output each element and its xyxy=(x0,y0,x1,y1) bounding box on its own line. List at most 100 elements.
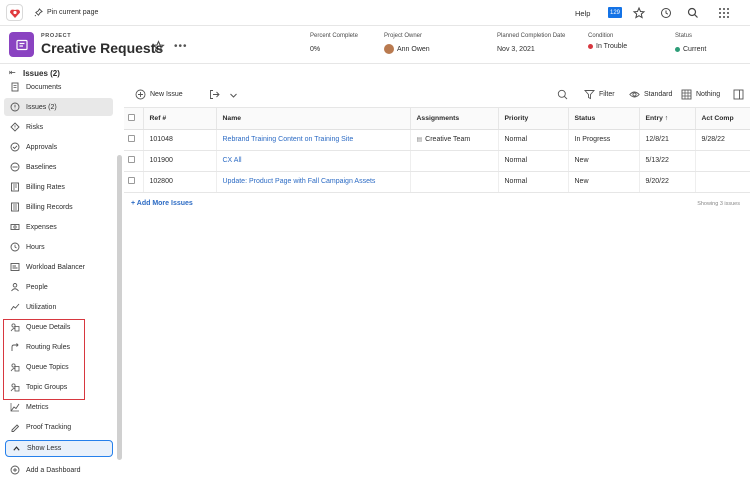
sidebar-item-expenses[interactable]: Expenses xyxy=(4,218,113,236)
project-owner-value[interactable]: Ann Owen xyxy=(384,44,430,54)
col-name[interactable]: Name xyxy=(216,108,411,130)
pin-current-page-button[interactable]: Pin current page xyxy=(34,8,98,17)
proof-icon xyxy=(11,424,20,432)
planned-completion-label: Planned Completion Date xyxy=(497,33,566,39)
sidebar-item-risks[interactable]: Risks xyxy=(4,118,113,136)
table-row[interactable]: 102800 Update: Product Page with Fall Cam… xyxy=(124,171,750,193)
move-button[interactable] xyxy=(209,89,220,100)
sidebar-scrollbar[interactable] xyxy=(117,155,122,460)
view-button[interactable]: Standard xyxy=(629,89,672,100)
sidebar-item-approvals[interactable]: Approvals xyxy=(4,138,113,156)
view-label: Standard xyxy=(644,91,673,98)
sidebar-item-proof-tracking[interactable]: Proof Tracking xyxy=(4,418,113,436)
col-assignments[interactable]: Assignments xyxy=(410,108,499,130)
risk-icon xyxy=(10,122,20,132)
sidebar-item-label: Billing Records xyxy=(26,203,73,211)
col-priority[interactable]: Priority xyxy=(498,108,569,130)
sidebar-item-baselines[interactable]: Baselines xyxy=(4,158,113,176)
filter-button[interactable]: Filter xyxy=(584,89,615,100)
project-header: PROJECT Creative Requests ••• Percent Co… xyxy=(0,26,750,64)
project-board-icon xyxy=(15,39,28,50)
favorite-project-button[interactable] xyxy=(152,40,165,53)
cell-name[interactable]: CX All xyxy=(216,150,411,172)
sidebar-item-billing-rates[interactable]: Billing Rates xyxy=(4,178,113,196)
table-row[interactable]: 101048 Rebrand Training Content on Traini… xyxy=(124,129,750,151)
project-owner-label: Project Owner xyxy=(384,33,423,39)
col-ref[interactable]: Ref # xyxy=(143,108,217,130)
percent-complete-value: 0% xyxy=(310,46,320,53)
sidebar-item-label: Documents xyxy=(26,83,62,91)
side-panel-icon xyxy=(733,89,744,100)
showing-count: Showing 3 issues xyxy=(697,201,740,207)
issues-table: Ref # Name Assignments Priority Status E… xyxy=(124,108,750,193)
pin-icon xyxy=(34,8,43,17)
cell-priority: Normal xyxy=(498,150,569,172)
show-less-label: Show Less xyxy=(27,445,62,452)
clock-icon xyxy=(10,242,20,252)
sidebar-item-label: Issues (2) xyxy=(26,103,57,111)
row-select-cell[interactable] xyxy=(124,129,144,151)
sidebar-item-documents[interactable]: Documents xyxy=(4,78,113,96)
chevron-down-icon xyxy=(230,93,237,98)
cell-entry: 5/13/22 xyxy=(639,150,696,172)
status-badge[interactable]: Current xyxy=(675,46,706,53)
sidebar-item-utilization[interactable]: Utilization xyxy=(4,298,113,316)
search-button[interactable] xyxy=(686,6,700,20)
help-link[interactable]: Help xyxy=(575,9,590,18)
panel-toggle-button[interactable] xyxy=(733,89,744,100)
add-more-issues-link[interactable]: + Add More Issues xyxy=(131,200,193,207)
new-issue-button[interactable]: New Issue xyxy=(135,89,183,100)
cell-entry: 12/8/21 xyxy=(639,129,696,151)
more-options-button[interactable]: ••• xyxy=(174,41,188,52)
select-all-cell[interactable] xyxy=(124,108,144,130)
grid-menu-icon xyxy=(719,8,729,18)
sidebar-item-billing-records[interactable]: Billing Records xyxy=(4,198,113,216)
collapse-sidebar-icon[interactable]: ⇤ xyxy=(9,68,16,77)
recents-button[interactable] xyxy=(659,6,673,20)
cell-name[interactable]: Rebrand Training Content on Training Sit… xyxy=(216,129,411,151)
move-dropdown[interactable] xyxy=(228,90,239,101)
col-entry[interactable]: Entry ↑ xyxy=(639,108,696,130)
approval-icon xyxy=(10,142,20,152)
sidebar-item-workload-balancer[interactable]: Workload Balancer xyxy=(4,258,113,276)
search-list-button[interactable] xyxy=(557,89,568,100)
grouping-button[interactable]: Nothing xyxy=(681,89,720,100)
row-select-cell[interactable] xyxy=(124,171,144,193)
sidebar-item-label: Metrics xyxy=(26,403,49,411)
workload-icon xyxy=(10,263,20,271)
col-act-comp[interactable]: Act Comp xyxy=(695,108,750,130)
row-checkbox[interactable] xyxy=(128,135,135,142)
col-status[interactable]: Status xyxy=(568,108,640,130)
highlight-box xyxy=(3,319,85,400)
row-checkbox[interactable] xyxy=(128,177,135,184)
cell-assignments: ▤ Creative Team xyxy=(410,129,499,151)
sidebar-item-metrics[interactable]: Metrics xyxy=(4,398,113,416)
table-row[interactable]: 101900 CX All Normal New 5/13/22 xyxy=(124,150,750,172)
table-header-row: Ref # Name Assignments Priority Status E… xyxy=(124,108,750,130)
billing-rates-icon xyxy=(11,182,19,192)
app-menu-button[interactable] xyxy=(717,6,731,20)
star-icon xyxy=(632,6,646,19)
condition-value[interactable]: In Trouble xyxy=(588,43,627,50)
notification-badge[interactable]: 129 xyxy=(608,7,622,18)
select-all-checkbox[interactable] xyxy=(128,113,135,121)
sidebar-item-hours[interactable]: Hours xyxy=(4,238,113,256)
eye-icon xyxy=(629,91,640,98)
show-less-button[interactable]: Show Less xyxy=(5,440,113,457)
search-icon xyxy=(557,89,568,100)
metrics-icon xyxy=(10,403,20,412)
sidebar-item-people[interactable]: People xyxy=(4,278,113,296)
app-logo[interactable] xyxy=(6,4,23,21)
percent-complete-label: Percent Complete xyxy=(310,33,359,39)
row-checkbox[interactable] xyxy=(128,156,135,163)
row-select-cell[interactable] xyxy=(124,150,144,172)
search-icon xyxy=(687,7,698,18)
sidebar-item-issues-2[interactable]: Issues (2) xyxy=(4,98,113,116)
project-icon xyxy=(9,32,34,57)
sort-ascending-icon: ↑ xyxy=(664,114,669,122)
favorites-button[interactable] xyxy=(632,6,646,20)
filter-icon xyxy=(584,90,595,100)
add-dashboard-button[interactable]: Add a Dashboard xyxy=(4,461,113,479)
top-bar: Pin current page Help 129 xyxy=(0,0,750,26)
cell-name[interactable]: Update: Product Page with Fall Campaign … xyxy=(216,171,411,193)
